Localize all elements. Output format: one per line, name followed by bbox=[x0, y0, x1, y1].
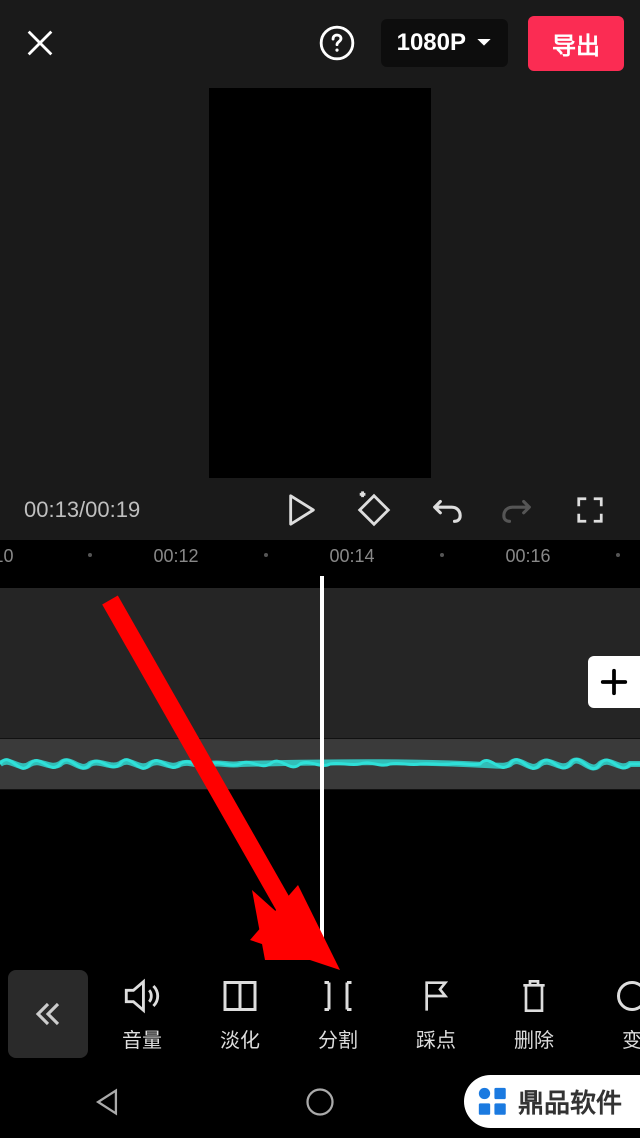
tool-fade[interactable]: 淡化 bbox=[194, 976, 286, 1053]
tool-volume[interactable]: 音量 bbox=[96, 976, 188, 1053]
tool-split[interactable]: 分割 bbox=[292, 976, 384, 1053]
playback-controls: 00:13/00:19 bbox=[0, 480, 640, 540]
redo-icon bbox=[501, 495, 535, 525]
tool-delete[interactable]: 删除 bbox=[488, 976, 580, 1053]
close-icon bbox=[23, 26, 57, 60]
export-button[interactable]: 导出 bbox=[528, 16, 624, 71]
double-chevron-left-icon bbox=[33, 997, 63, 1031]
help-button[interactable] bbox=[313, 19, 361, 67]
volume-icon bbox=[122, 978, 162, 1014]
trash-icon bbox=[518, 977, 550, 1015]
fullscreen-button[interactable] bbox=[564, 484, 616, 536]
preview-area bbox=[0, 86, 640, 480]
add-clip-button[interactable] bbox=[588, 656, 640, 708]
resolution-label: 1080P bbox=[397, 29, 466, 57]
playhead[interactable] bbox=[320, 576, 324, 946]
resolution-selector[interactable]: 1080P bbox=[381, 19, 508, 67]
tool-beat[interactable]: 踩点 bbox=[390, 976, 482, 1053]
diamond-plus-icon bbox=[354, 490, 394, 530]
fade-icon bbox=[222, 978, 258, 1014]
redo-button[interactable] bbox=[492, 484, 544, 536]
video-preview[interactable] bbox=[209, 88, 431, 478]
timecode-display: 00:13/00:19 bbox=[24, 497, 256, 523]
play-button[interactable] bbox=[276, 484, 328, 536]
fullscreen-icon bbox=[575, 495, 605, 525]
help-icon bbox=[318, 24, 356, 62]
keyframe-button[interactable] bbox=[348, 484, 400, 536]
triangle-back-icon bbox=[95, 1088, 119, 1116]
timeline-ruler: 0:10 00:12 00:14 00:16 bbox=[0, 540, 640, 576]
watermark-logo-icon bbox=[476, 1085, 510, 1119]
bottom-toolbar: 音量 淡化 分割 踩点 bbox=[0, 962, 640, 1066]
circle-home-icon bbox=[305, 1087, 335, 1117]
nav-back-button[interactable] bbox=[87, 1082, 127, 1122]
flag-icon bbox=[420, 978, 452, 1014]
top-bar: 1080P 导出 bbox=[0, 0, 640, 86]
chevron-down-icon bbox=[476, 37, 492, 49]
split-icon bbox=[320, 978, 356, 1014]
circle-icon bbox=[614, 978, 640, 1014]
watermark-badge: 鼎品软件 bbox=[464, 1075, 640, 1128]
close-button[interactable] bbox=[16, 19, 64, 67]
nav-home-button[interactable] bbox=[300, 1082, 340, 1122]
play-icon bbox=[287, 493, 317, 527]
undo-icon bbox=[429, 495, 463, 525]
undo-button[interactable] bbox=[420, 484, 472, 536]
watermark-text: 鼎品软件 bbox=[518, 1083, 622, 1120]
toolbar-back-button[interactable] bbox=[8, 970, 88, 1058]
plus-icon bbox=[599, 667, 629, 697]
tool-more[interactable]: 变 bbox=[586, 976, 640, 1053]
timeline[interactable]: 0:10 00:12 00:14 00:16 bbox=[0, 540, 640, 962]
